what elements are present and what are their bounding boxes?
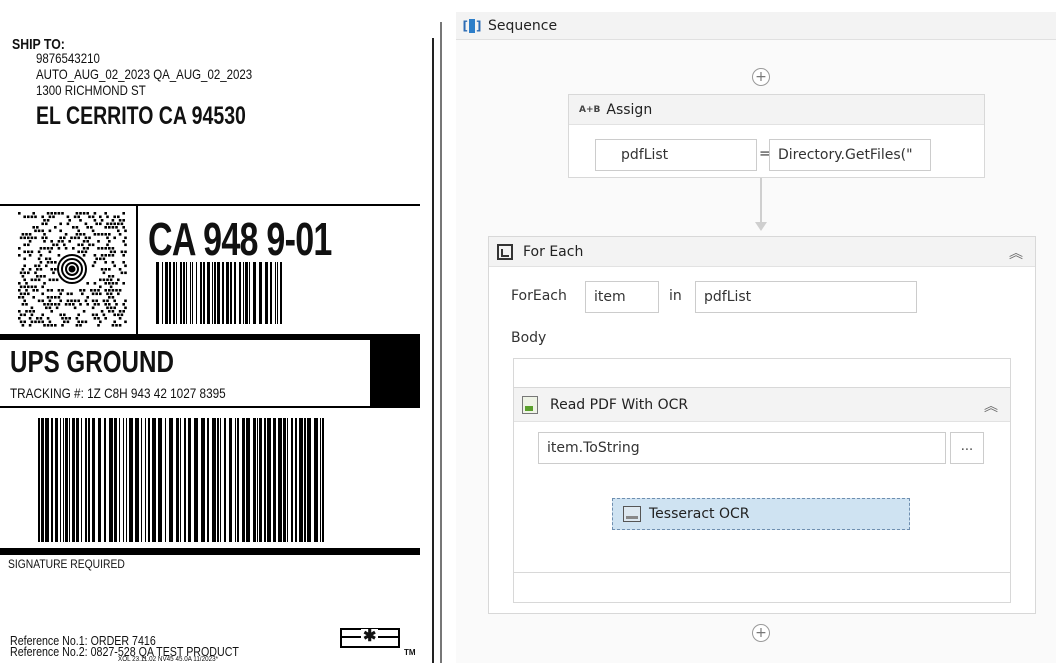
pdf-icon [522, 395, 538, 414]
assign-icon: A+B [579, 104, 601, 115]
tesseract-ocr-activity[interactable]: Tesseract OCR [612, 498, 910, 530]
collapse-icon[interactable]: ︽ [984, 396, 998, 416]
carrier-logo-icon: ✱ [340, 628, 400, 648]
divider [0, 204, 420, 206]
routing-code: CA 948 9-01 [148, 213, 332, 265]
foreach-activity[interactable]: For Each ︽ ForEach item in pdfList Body … [488, 236, 1036, 614]
trademark: TM [404, 648, 416, 657]
ship-to-name: AUTO_AUG_02_2023 QA_AUG_02_2023 [36, 66, 253, 82]
ship-to-street: 1300 RICHMOND ST [36, 82, 146, 98]
divider [136, 204, 138, 334]
ship-to-phone: 9876543210 [36, 50, 100, 66]
assign-equals: = [759, 146, 771, 162]
tesseract-ocr-label: Tesseract OCR [649, 506, 750, 522]
read-pdf-ocr-activity[interactable]: Read PDF With OCR ︽ item.ToString ... Te… [514, 387, 1010, 573]
divider [440, 22, 442, 663]
foreach-collection-field[interactable]: pdfList [695, 281, 917, 313]
tracking-number: TRACKING #: 1Z C8H 943 42 1027 8395 [10, 385, 226, 401]
collapse-icon[interactable]: ︽ [1009, 243, 1023, 263]
assign-value-field[interactable]: Directory.GetFiles(" [769, 139, 931, 171]
routing-barcode [156, 262, 282, 324]
service-indicator-block [370, 334, 420, 406]
ship-to-city: EL CERRITO CA 94530 [36, 102, 246, 130]
shipping-label: SHIP TO: 9876543210 AUTO_AUG_02_2023 QA_… [0, 0, 420, 663]
read-pdf-header[interactable]: Read PDF With OCR ︽ [514, 388, 1010, 422]
foreach-label: ForEach [511, 288, 567, 304]
body-label: Body [511, 330, 547, 346]
foreach-body: Read PDF With OCR ︽ item.ToString ... Te… [513, 358, 1011, 603]
sequence-title: Sequence [488, 17, 558, 34]
divider [0, 334, 420, 340]
add-activity-top-icon[interactable]: + [752, 68, 770, 86]
divider [432, 38, 434, 663]
tracking-barcode [38, 418, 324, 542]
foreach-icon [497, 243, 513, 260]
foreach-header[interactable]: For Each ︽ [489, 237, 1035, 267]
arrow-down-icon [755, 222, 767, 231]
sequence-header[interactable]: [] Sequence [456, 12, 1056, 40]
divider [0, 406, 420, 408]
reference-3: XOL 23.11.02 NV45 45.0A 11/2023* [118, 656, 219, 663]
in-label: in [669, 288, 682, 304]
assign-activity[interactable]: A+B Assign pdfList = Directory.GetFiles(… [568, 94, 985, 178]
sequence-icon: [] [462, 18, 482, 33]
assign-header[interactable]: A+B Assign [569, 95, 984, 125]
service-name: UPS GROUND [10, 344, 174, 379]
maxicode-barcode [18, 212, 127, 327]
assign-to-field[interactable]: pdfList [595, 139, 757, 171]
add-activity-bottom-icon[interactable]: + [752, 624, 770, 642]
divider [0, 548, 420, 555]
ocr-engine-icon [623, 506, 641, 522]
signature-required: SIGNATURE REQUIRED [8, 557, 125, 571]
file-path-field[interactable]: item.ToString [538, 432, 946, 464]
flow-connector [760, 178, 762, 224]
foreach-title: For Each [523, 243, 584, 260]
browse-button[interactable]: ... [950, 432, 984, 464]
read-pdf-title: Read PDF With OCR [550, 396, 689, 413]
workflow-designer: [] Sequence + A+B Assign pdfList = Direc… [452, 0, 1057, 663]
foreach-item-field[interactable]: item [585, 281, 659, 313]
assign-title: Assign [606, 101, 653, 118]
